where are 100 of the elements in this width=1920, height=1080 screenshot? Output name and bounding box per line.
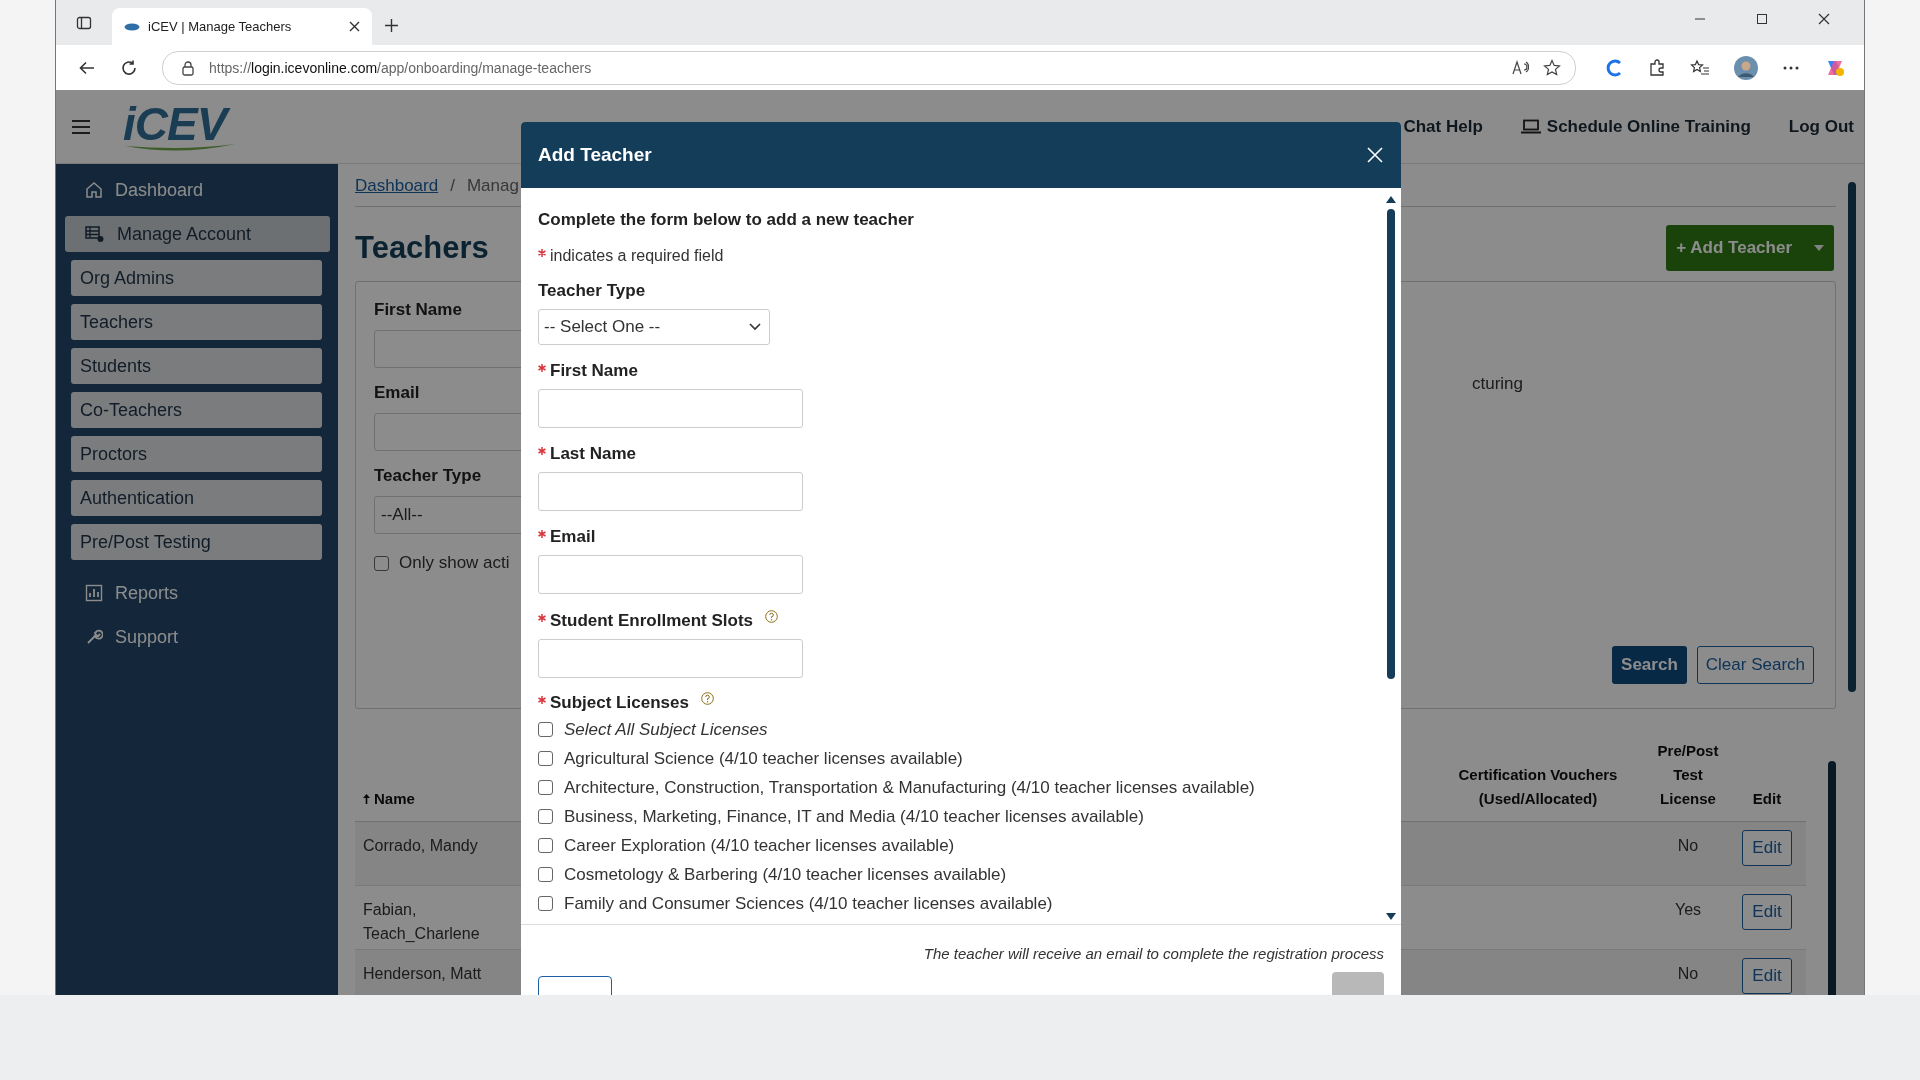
required-icon [538,530,546,538]
table-cell-text: No [1676,964,1700,984]
sidebar-item[interactable]: Proctors [71,436,322,472]
filter-text: cturing [1471,374,1523,394]
laptop-icon [1520,119,1541,134]
search-button[interactable]: Search [1612,646,1687,684]
input-field[interactable] [538,639,803,678]
help-icon[interactable] [700,692,714,705]
browser-tab[interactable]: iCEV | Manage Teachers [112,8,372,45]
required-icon [538,249,546,257]
menu-icon[interactable] [71,118,91,135]
dialog-title: Add Teacher [538,144,652,166]
input-field[interactable] [538,389,803,428]
new-tab-icon[interactable] [384,18,399,33]
favorites-icon[interactable] [1690,58,1710,77]
breadcrumb-separator: / [450,176,455,196]
sidebar-item[interactable]: Students [71,348,322,384]
field-label: Student Enrollment Slots [550,610,754,631]
reload-icon[interactable] [120,58,138,77]
table-icon [85,225,105,243]
table-cell-text: Corrado, Mandy [362,836,479,856]
column-header: Edit [1751,789,1783,809]
header-link[interactable]: Schedule Online Training [1520,116,1751,137]
wrench-icon [85,628,103,646]
column-header: Pre/Post Test License [1656,741,1720,809]
caret-icon [1814,245,1824,251]
header-link[interactable]: Chat Help [1403,116,1483,137]
edit-button[interactable]: Edit [1742,894,1792,930]
checkbox[interactable] [538,896,553,911]
required-note: indicates a required field [550,247,724,265]
profile-avatar-icon[interactable] [1734,55,1758,80]
sidebar-item[interactable]: Org Admins [71,260,322,296]
table-cell-text: Yes [1673,900,1703,920]
checkbox-label: Select All Subject Licenses [564,719,768,740]
input-field[interactable] [538,472,803,511]
footer-note: The teacher will receive an email to complete the registration process [922,945,1384,962]
scroll-down-icon[interactable] [1386,913,1396,920]
checkbox[interactable] [538,867,553,882]
table-cell-text: No [1676,836,1700,856]
required-icon [538,447,546,455]
checkbox-label: Career Exploration (4/10 teacher licenses available) [564,835,955,856]
star-icon[interactable] [1543,58,1561,77]
sidebar-item[interactable]: Dashboard [65,172,330,208]
edit-button[interactable]: Edit [1742,958,1792,994]
breadcrumb-current: Manag [466,176,519,196]
form-intro: Complete the form below to add a new teacher [538,210,915,230]
sidebar-item[interactable]: Reports [65,575,330,611]
maximize-icon[interactable] [1756,13,1768,25]
checkbox[interactable] [538,809,553,824]
help-icon[interactable] [765,610,779,623]
table-cell-text: Fabian, Teach_Charlene [362,900,481,944]
sidebar-item[interactable]: Manage Account [65,216,330,252]
page-title: Teachers [355,230,489,266]
checkbox[interactable] [538,780,553,795]
input-field[interactable] [538,555,803,594]
column-header[interactable]: Name [355,787,503,811]
checkbox[interactable] [538,838,553,853]
checkbox-label: Agricultural Science (4/10 teacher licenses available) [564,748,963,769]
field-label: First Name [374,300,463,320]
checkbox-label: Business, Marketing, Finance, IT and Media (4/10 teacher licenses available) [564,806,1144,827]
lock-icon [181,59,195,76]
header-link[interactable]: Log Out [1788,116,1854,137]
scrollbar[interactable] [1848,182,1856,692]
more-icon[interactable] [1782,64,1800,71]
sidebar-item[interactable]: Authentication [71,480,322,516]
close-icon[interactable] [349,21,360,32]
add-teacher-button[interactable]: + Add Teacher [1666,225,1834,271]
checkbox[interactable] [374,555,389,571]
field-label: Last Name [550,444,636,464]
address-bar[interactable]: https://login.icevonline.com/app/onboarding/manage-teachers [162,50,1576,85]
required-icon [538,613,546,622]
read-aloud-icon[interactable] [1511,59,1529,76]
sidebar-item[interactable]: Pre/Post Testing [71,524,322,560]
clear-search-button[interactable]: Clear Search [1696,646,1814,684]
checkbox[interactable] [538,751,553,766]
sidebar-item[interactable]: Support [65,619,330,655]
logo-swoosh-icon [125,141,235,154]
checkbox[interactable] [538,722,553,737]
checkbox-label: Architecture, Construction, Transportation & Manufacturing (4/10 teacher licenses available) [564,777,1255,798]
tab-actions-icon[interactable] [76,15,92,31]
close-icon[interactable] [1818,13,1830,25]
checkbox-label: Cosmetology & Barbering (4/10 teacher licenses available) [564,864,1007,885]
field-label: Teacher Type [374,466,483,486]
field-label: Email [374,383,421,403]
table-cell-text: Henderson, Matt [362,964,483,984]
breadcrumb-link[interactable]: Dashboard [355,176,439,196]
home-icon [85,181,103,199]
sidebar-item[interactable]: Co-Teachers [71,392,322,428]
chart-icon [85,584,103,602]
checkbox-label: Family and Consumer Sciences (4/10 teacher licenses available) [564,893,1053,914]
puzzle-icon[interactable] [1648,58,1666,77]
teacher-type-select[interactable]: -- Select One -- [538,309,770,345]
favicon-icon [124,22,140,31]
sidebar-item[interactable]: Teachers [71,304,322,340]
field-label: Subject Licenses [550,692,689,713]
scroll-up-icon[interactable] [1386,196,1396,203]
edit-button[interactable]: Edit [1742,830,1792,866]
required-icon [538,364,546,372]
scrollbar[interactable] [1385,196,1397,920]
url-text: https://login.icevonline.com/app/onboarding/manage-teachers [209,59,592,76]
